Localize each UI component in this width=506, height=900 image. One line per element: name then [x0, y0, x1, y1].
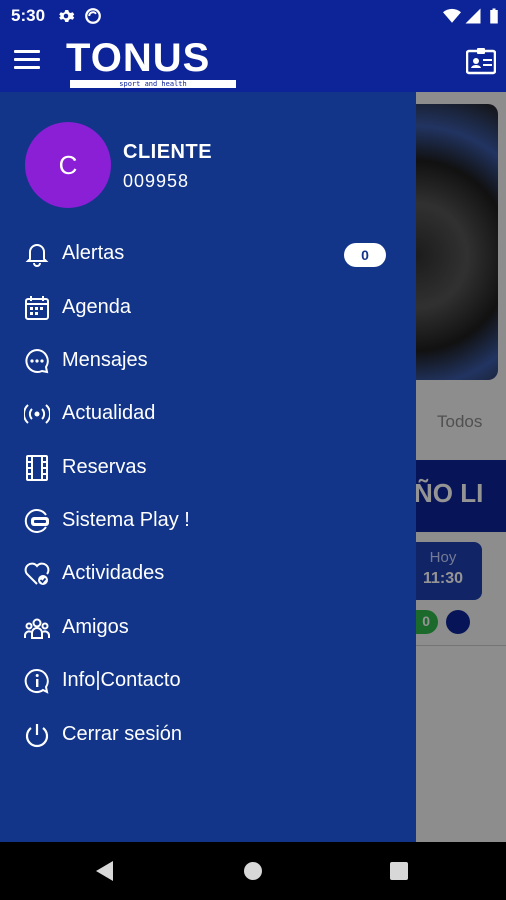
film-icon	[26, 455, 48, 481]
signal-icon	[465, 8, 481, 24]
play-icon	[24, 509, 49, 533]
brand-tagline: sport and health	[70, 80, 236, 88]
drawer-item-actividades[interactable]: Actividades	[0, 550, 416, 598]
info-icon	[24, 668, 49, 694]
avatar[interactable]: C	[25, 122, 111, 208]
user-id: 009958	[123, 171, 190, 191]
calendar-icon	[25, 296, 49, 320]
drawer-item-label: Actualidad	[62, 402, 156, 424]
drawer-item-actualidad[interactable]: Actualidad	[0, 390, 416, 438]
heart-check-icon	[24, 562, 50, 585]
drawer-item-mensajes[interactable]: Mensajes	[0, 337, 416, 385]
user-name: CLIENTE	[123, 141, 213, 163]
friends-icon	[24, 618, 50, 639]
drawer-item-info-contacto[interactable]: Info|Contacto	[0, 657, 416, 705]
id-card-icon[interactable]	[466, 46, 496, 76]
drawer-item-label: Agenda	[62, 296, 131, 318]
brand-logo: TONUS sport and health	[66, 36, 238, 88]
home-icon[interactable]	[244, 862, 262, 880]
recent-apps-icon[interactable]	[390, 862, 408, 880]
drawer-item-label: Actividades	[62, 562, 165, 584]
back-icon[interactable]	[96, 861, 113, 881]
drawer-item-sistema-play[interactable]: Sistema Play !	[0, 497, 416, 545]
drawer-item-label: Info|Contacto	[62, 669, 181, 691]
alerts-count-badge: 0	[344, 243, 386, 267]
brand-name: TONUS	[66, 36, 211, 80]
status-time: 5:30	[11, 6, 46, 25]
bell-icon	[25, 244, 49, 267]
drawer-item-alertas[interactable]: Alertas 0	[0, 230, 416, 278]
drawer-item-label: Amigos	[62, 616, 129, 638]
app-bar: TONUS sport and health	[0, 32, 506, 92]
drawer-item-label: Cerrar sesión	[62, 723, 183, 745]
system-nav-bar	[0, 842, 506, 900]
wifi-icon	[443, 8, 461, 23]
drawer-item-label: Alertas	[62, 242, 125, 264]
menu-button[interactable]	[14, 50, 40, 72]
drawer-item-label: Mensajes	[62, 349, 148, 371]
broadcast-icon	[24, 404, 50, 424]
chat-icon	[25, 348, 49, 374]
sync-icon	[85, 8, 101, 24]
drawer-item-agenda[interactable]: Agenda	[0, 284, 416, 332]
drawer-item-reservas[interactable]: Reservas	[0, 444, 416, 492]
drawer-item-cerrar-sesion[interactable]: Cerrar sesión	[0, 711, 416, 759]
drawer-item-label: Reservas	[62, 456, 147, 478]
navigation-drawer: C CLIENTE 009958 Alertas 0 Agenda Mensaj…	[0, 92, 416, 842]
status-bar: 5:30	[0, 0, 506, 32]
battery-icon	[490, 8, 498, 24]
power-icon	[25, 724, 49, 748]
drawer-item-amigos[interactable]: Amigos	[0, 604, 416, 652]
gear-icon	[59, 10, 75, 22]
drawer-item-label: Sistema Play !	[62, 509, 190, 531]
